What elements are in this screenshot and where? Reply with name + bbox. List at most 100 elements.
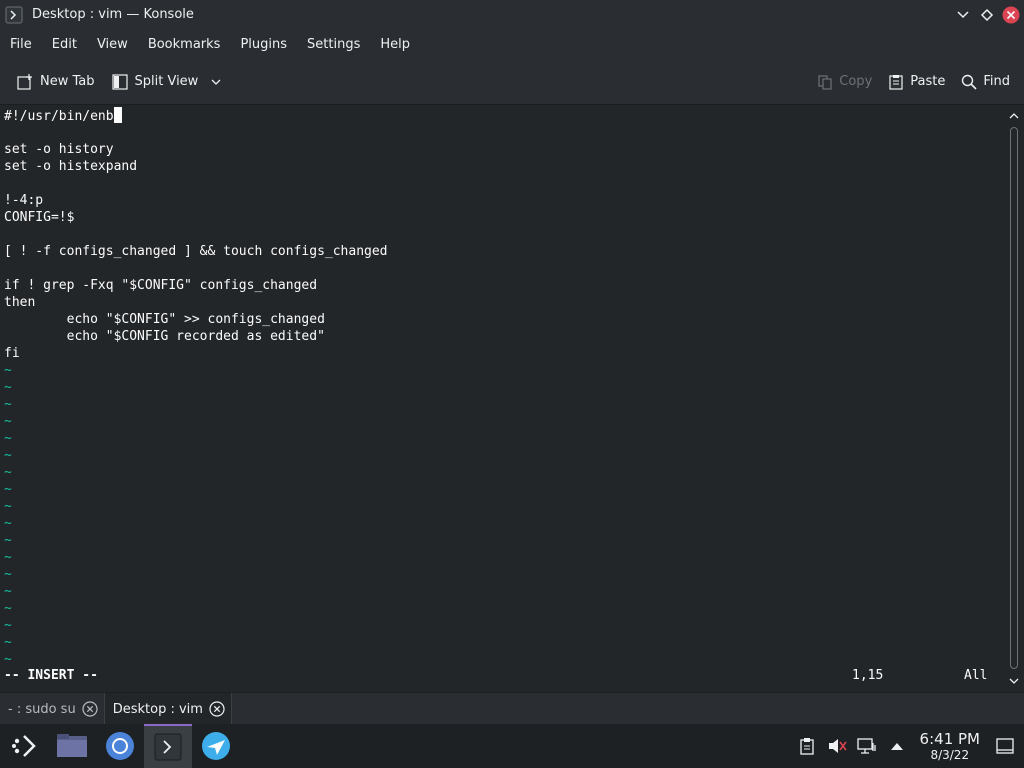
file-manager-icon [57, 734, 87, 757]
window-title: Desktop : vim — Konsole [32, 7, 194, 22]
vim-empty-line-tilde: ~ [4, 533, 12, 548]
system-tray: 6:41 PM 8/3/22 [792, 724, 1024, 768]
chevron-down-icon[interactable] [210, 76, 222, 88]
show-desktop-button[interactable] [994, 735, 1016, 757]
terminal-line: !-4:p [4, 193, 44, 208]
vim-empty-line-tilde: ~ [4, 431, 12, 446]
volume-muted-icon [828, 739, 847, 753]
vim-empty-line-tilde: ~ [4, 380, 12, 395]
vim-empty-line-tilde: ~ [4, 567, 12, 582]
vim-empty-line-tilde: ~ [4, 414, 12, 429]
menu-plugins[interactable]: Plugins [230, 37, 297, 52]
vertical-scrollbar[interactable] [1004, 105, 1024, 692]
vim-empty-line-tilde: ~ [4, 618, 12, 633]
vim-empty-line-tilde: ~ [4, 635, 12, 650]
scrollbar-thumb[interactable] [1010, 127, 1018, 669]
terminal-line: then [4, 295, 36, 310]
digital-clock[interactable]: 6:41 PM 8/3/22 [919, 729, 980, 762]
tab-label: Desktop : vim [112, 701, 203, 717]
taskbar: 6:41 PM 8/3/22 [0, 724, 1024, 768]
menu-edit[interactable]: Edit [42, 37, 87, 52]
app-launcher-icon [12, 735, 36, 757]
vim-empty-line-tilde: ~ [4, 516, 12, 531]
chevron-up-icon [890, 743, 903, 750]
scroll-down-arrow-icon[interactable] [1008, 675, 1020, 687]
search-icon [962, 74, 977, 90]
vim-empty-line-tilde: ~ [4, 601, 12, 616]
clock-time: 6:41 PM [919, 729, 980, 748]
clipboard-button[interactable] [796, 735, 818, 757]
discover-button[interactable] [192, 724, 240, 768]
close-tab-icon[interactable] [82, 701, 98, 717]
tab-sudo-su[interactable]: - : sudo su [0, 693, 104, 725]
konsole-app-icon [4, 5, 24, 25]
vim-empty-line-tilde: ~ [4, 584, 12, 599]
minimize-button[interactable] [954, 6, 972, 24]
menu-view[interactable]: View [87, 37, 138, 52]
paste-label: Paste [910, 74, 946, 89]
new-tab-label: New Tab [40, 74, 95, 89]
vim-empty-line-tilde: ~ [4, 448, 12, 463]
split-view-icon [111, 73, 128, 90]
vim-empty-line-tilde: ~ [4, 465, 12, 480]
scroll-up-arrow-icon[interactable] [1008, 110, 1020, 122]
new-tab-icon [17, 73, 32, 90]
menu-help[interactable]: Help [370, 37, 420, 52]
scroll-position: All [964, 668, 988, 683]
chromium-icon [106, 732, 134, 760]
tab-label: - : sudo su [8, 701, 76, 717]
terminal-line: set -o history [4, 142, 114, 157]
tab-desktop-vim[interactable]: Desktop : vim [103, 693, 232, 725]
close-window-button[interactable] [1002, 6, 1020, 24]
close-icon [1002, 6, 1020, 23]
clock-date: 8/3/22 [930, 747, 970, 762]
network-button[interactable] [856, 735, 878, 757]
volume-button[interactable] [826, 735, 848, 757]
vim-empty-line-tilde: ~ [4, 397, 12, 412]
vim-empty-line-tilde: ~ [4, 363, 12, 378]
clipboard-icon [799, 738, 814, 755]
vim-empty-line-tilde: ~ [4, 499, 12, 514]
menu-bar: File Edit View Bookmarks Plugins Setting… [0, 29, 1024, 59]
discover-icon [202, 732, 230, 760]
split-view-button[interactable]: Split View [103, 67, 231, 97]
tab-bar: - : sudo su Desktop : vim [0, 692, 1024, 725]
terminal-line: fi [4, 346, 20, 361]
konsole-icon [154, 733, 182, 761]
text-cursor [113, 107, 122, 123]
split-view-label: Split View [134, 74, 199, 89]
terminal-line: set -o histexpand [4, 159, 138, 174]
new-tab-button[interactable]: New Tab [8, 67, 103, 97]
tray-expand-button[interactable] [886, 735, 908, 757]
terminal-line: echo "$CONFIG" >> configs_changed [4, 312, 325, 327]
vim-mode-indicator: -- INSERT -- [4, 668, 98, 683]
konsole-button[interactable] [144, 724, 192, 768]
chevron-down-icon [957, 10, 969, 18]
menu-file[interactable]: File [0, 37, 42, 52]
terminal-line: [ ! -f configs_changed ] && touch config… [4, 244, 388, 259]
title-bar: Desktop : vim — Konsole [0, 0, 1024, 29]
network-icon [856, 738, 876, 754]
vim-empty-line-tilde: ~ [4, 550, 12, 565]
maximize-button[interactable] [978, 6, 996, 24]
menu-settings[interactable]: Settings [297, 37, 370, 52]
paste-icon [889, 74, 903, 90]
paste-button[interactable]: Paste [880, 67, 953, 97]
file-manager-button[interactable] [48, 724, 96, 768]
terminal-line-text: #!/usr/bin/enb [4, 109, 114, 124]
menu-bookmarks[interactable]: Bookmarks [138, 37, 231, 52]
find-button[interactable]: Find [953, 67, 1018, 97]
terminal-line: CONFIG=!$ [4, 210, 75, 225]
copy-label: Copy [839, 74, 873, 89]
copy-icon [818, 74, 832, 90]
chromium-button[interactable] [96, 724, 144, 768]
app-launcher-button[interactable] [0, 724, 48, 768]
copy-button[interactable]: Copy [809, 67, 880, 97]
diamond-icon [980, 8, 994, 21]
terminal-line: #!/usr/bin/enb [4, 107, 122, 124]
show-desktop-icon [996, 738, 1014, 754]
terminal-view[interactable]: #!/usr/bin/enb set -o history set -o his… [0, 105, 1004, 692]
close-tab-icon[interactable] [209, 701, 225, 717]
vim-empty-line-tilde: ~ [4, 652, 12, 667]
find-label: Find [983, 74, 1010, 89]
